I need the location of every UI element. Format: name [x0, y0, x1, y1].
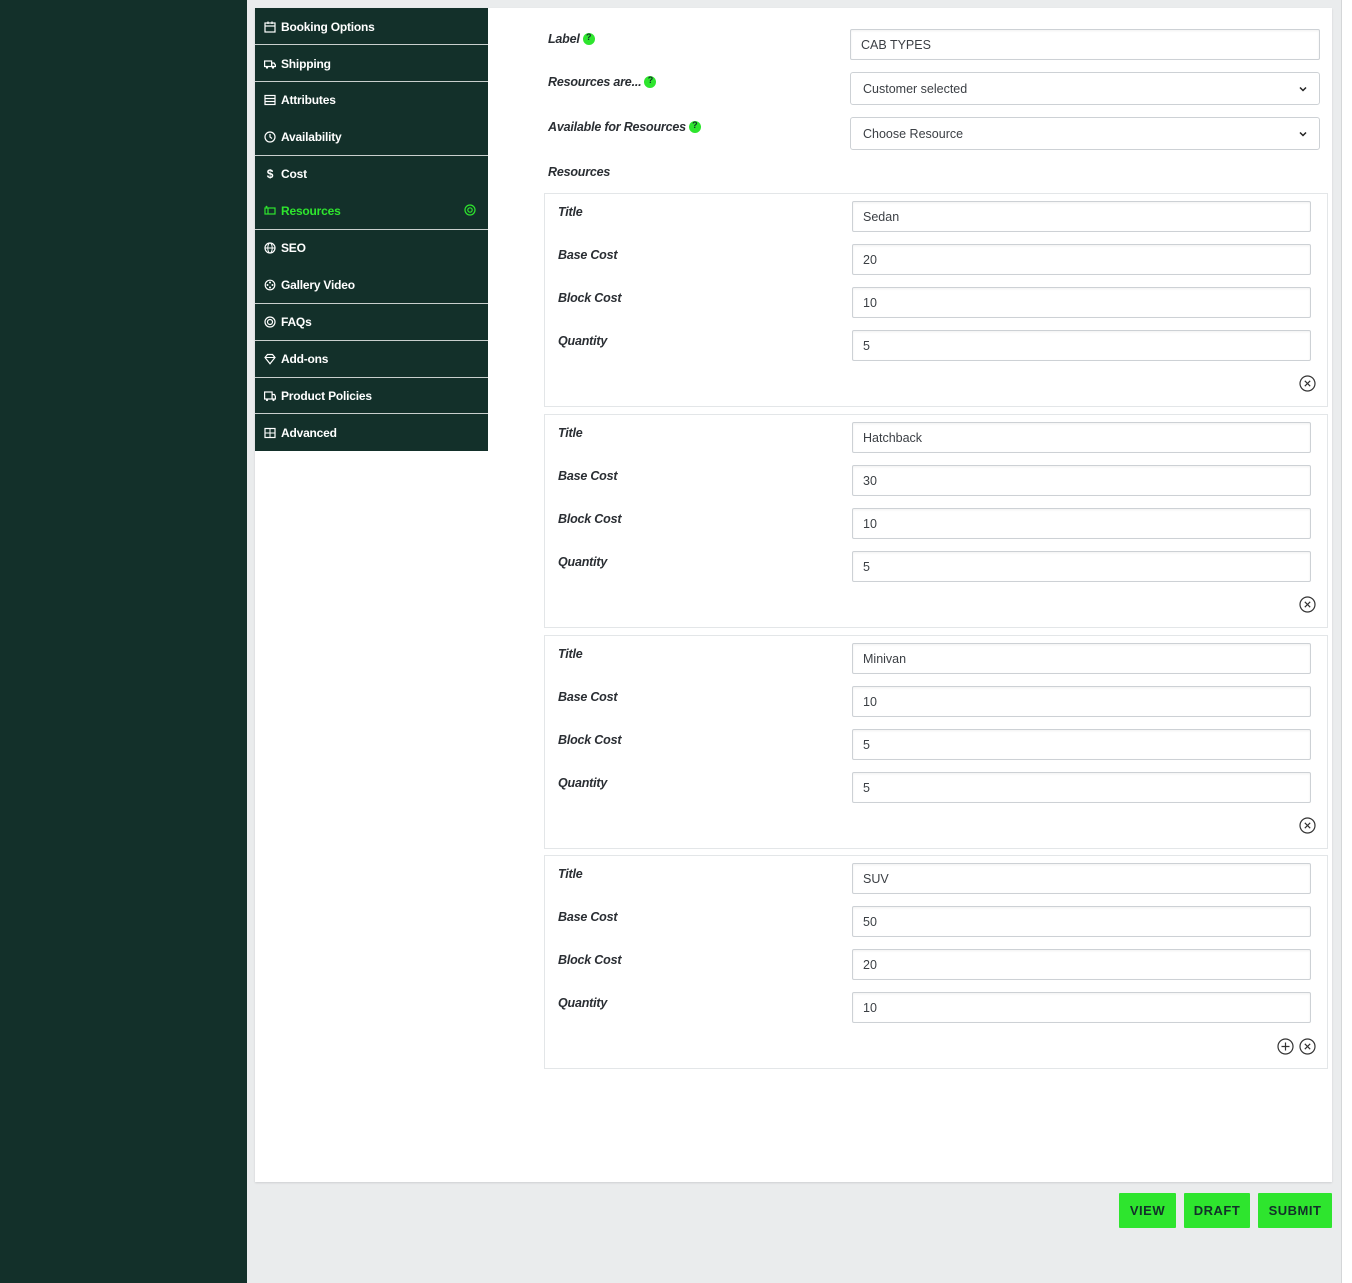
- tab-label: Resources: [281, 203, 341, 218]
- resources-are-label: Resources are...: [548, 75, 657, 89]
- title-label: Title: [558, 867, 583, 881]
- resource-item: Title Base Cost Block Cost Quantity: [544, 193, 1328, 407]
- title-input[interactable]: [852, 643, 1311, 674]
- quantity-input[interactable]: [852, 992, 1311, 1023]
- tab-label: SEO: [281, 240, 306, 255]
- remove-resource-icon[interactable]: [1299, 375, 1316, 392]
- list-icon: [263, 93, 277, 107]
- chevron-down-icon: [1299, 131, 1307, 137]
- title-input[interactable]: [852, 422, 1311, 453]
- film-icon: [263, 278, 277, 292]
- diamond-icon: [263, 352, 277, 366]
- base-cost-label: Base Cost: [558, 690, 618, 704]
- grid-icon: [263, 426, 277, 440]
- dollar-icon: $: [266, 166, 274, 181]
- title-input[interactable]: [852, 863, 1311, 894]
- truck-icon: [263, 57, 277, 71]
- remove-resource-icon[interactable]: [1299, 596, 1316, 613]
- quantity-input[interactable]: [852, 772, 1311, 803]
- remove-resource-icon[interactable]: [1299, 1038, 1316, 1055]
- title-label: Title: [558, 647, 583, 661]
- base-cost-label: Base Cost: [558, 248, 618, 262]
- tab-label: Product Policies: [281, 388, 372, 403]
- tab-advanced[interactable]: Advanced: [255, 414, 488, 451]
- label-input[interactable]: [850, 29, 1320, 60]
- tab-booking-options[interactable]: Booking Options: [255, 8, 488, 45]
- submit-button[interactable]: SUBMIT: [1258, 1193, 1332, 1228]
- base-cost-label: Base Cost: [558, 469, 618, 483]
- tab-label: Advanced: [281, 425, 337, 440]
- select-value: Choose Resource: [863, 126, 964, 141]
- block-cost-label: Block Cost: [558, 733, 622, 747]
- select-value: Customer selected: [863, 81, 968, 96]
- view-button[interactable]: VIEW: [1119, 1193, 1176, 1228]
- base-cost-input[interactable]: [852, 906, 1311, 937]
- chevron-down-icon: [1299, 86, 1307, 92]
- block-cost-input[interactable]: [852, 949, 1311, 980]
- title-input[interactable]: [852, 201, 1311, 232]
- block-cost-input[interactable]: [852, 287, 1311, 318]
- tab-cost[interactable]: $ Cost: [255, 155, 488, 192]
- base-cost-input[interactable]: [852, 465, 1311, 496]
- resource-item: Title Base Cost Block Cost Quantity: [544, 635, 1328, 849]
- quantity-input[interactable]: [852, 551, 1311, 582]
- tab-add-ons[interactable]: Add-ons: [255, 340, 488, 377]
- tab-label: Availability: [281, 129, 342, 144]
- available-for-resources-label: Available for Resources: [548, 120, 701, 134]
- calendar-icon: [263, 20, 277, 34]
- tab-resources[interactable]: Resources: [255, 192, 488, 229]
- tab-label: Cost: [281, 166, 307, 181]
- tab-gallery-video[interactable]: Gallery Video: [255, 266, 488, 303]
- clock-icon: [263, 130, 277, 144]
- tab-label: Add-ons: [281, 351, 329, 366]
- tab-label: Booking Options: [281, 19, 375, 34]
- help-icon[interactable]: [644, 75, 657, 88]
- quantity-input[interactable]: [852, 330, 1311, 361]
- available-for-resources-select[interactable]: Choose Resource: [850, 117, 1320, 150]
- right-border: [1341, 0, 1342, 1283]
- tab-seo[interactable]: SEO: [255, 229, 488, 266]
- resources-are-select[interactable]: Customer selected: [850, 72, 1320, 105]
- base-cost-input[interactable]: [852, 244, 1311, 275]
- block-cost-input[interactable]: [852, 508, 1311, 539]
- quantity-label: Quantity: [558, 555, 608, 569]
- globe-icon: [263, 241, 277, 255]
- block-cost-label: Block Cost: [558, 512, 622, 526]
- title-label: Title: [558, 426, 583, 440]
- draft-button[interactable]: DRAFT: [1184, 1193, 1250, 1228]
- resource-item: Title Base Cost Block Cost Quantity: [544, 855, 1328, 1069]
- resources-icon: [263, 204, 277, 218]
- tab-availability[interactable]: Availability: [255, 118, 488, 155]
- quantity-label: Quantity: [558, 996, 608, 1010]
- tab-faqs[interactable]: FAQs: [255, 303, 488, 340]
- help-icon[interactable]: [582, 32, 595, 45]
- tab-label: Shipping: [281, 56, 331, 71]
- tab-label: FAQs: [281, 314, 312, 329]
- remove-resource-icon[interactable]: [1299, 817, 1316, 834]
- block-cost-label: Block Cost: [558, 953, 622, 967]
- tab-product-policies[interactable]: Product Policies: [255, 377, 488, 414]
- tab-label: Gallery Video: [281, 277, 355, 292]
- help-icon[interactable]: [688, 120, 701, 133]
- resources-heading: Resources: [548, 165, 611, 179]
- base-cost-label: Base Cost: [558, 910, 618, 924]
- tab-label: Attributes: [281, 92, 336, 107]
- add-resource-icon[interactable]: [1277, 1038, 1294, 1055]
- quantity-label: Quantity: [558, 334, 608, 348]
- tab-shipping[interactable]: Shipping: [255, 45, 488, 82]
- help-badge-icon: [464, 204, 476, 216]
- block-cost-input[interactable]: [852, 729, 1311, 760]
- title-label: Title: [558, 205, 583, 219]
- block-cost-label: Block Cost: [558, 291, 622, 305]
- tab-attributes[interactable]: Attributes: [255, 81, 488, 118]
- resource-item: Title Base Cost Block Cost Quantity: [544, 414, 1328, 628]
- policy-icon: [263, 389, 277, 403]
- faq-icon: [263, 315, 277, 329]
- label-field-label: Label: [548, 32, 595, 46]
- quantity-label: Quantity: [558, 776, 608, 790]
- product-tabs-nav: Booking Options Shipping Attributes Avai…: [255, 8, 488, 451]
- left-panel: [0, 0, 247, 1283]
- base-cost-input[interactable]: [852, 686, 1311, 717]
